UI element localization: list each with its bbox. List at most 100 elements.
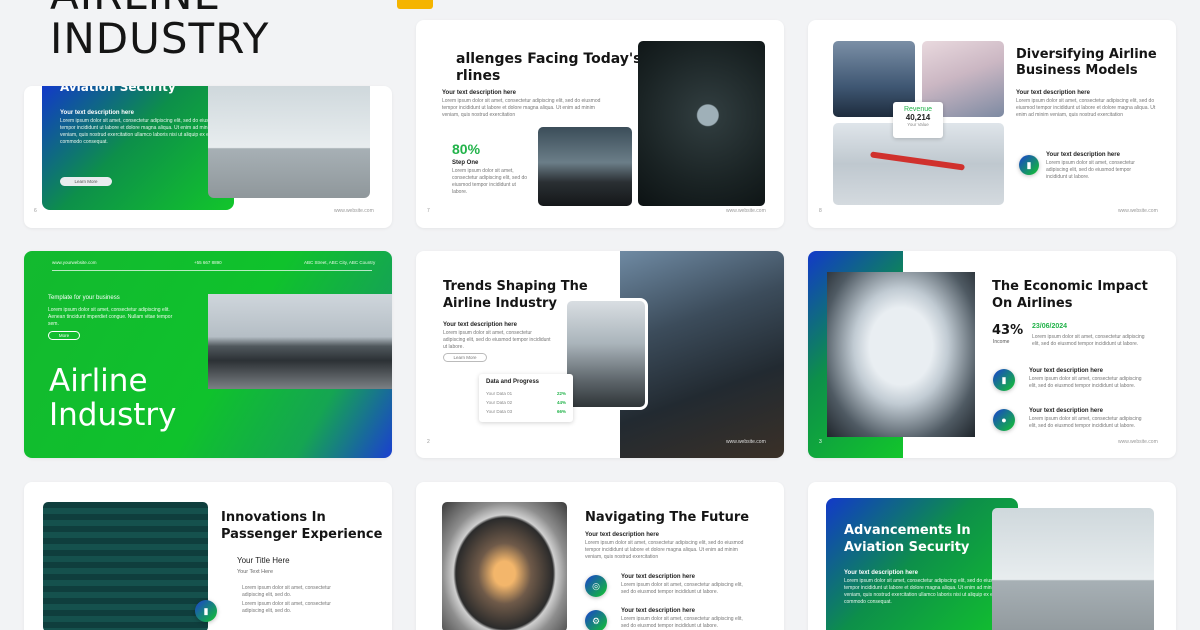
slide7-website: www.website.com	[726, 208, 766, 214]
slide8-desc-text-2: Lorem ipsum dolor sit amet, consectetur …	[1046, 160, 1135, 180]
cover-more-button[interactable]: More	[48, 331, 80, 340]
slide8-title-line1: Diversifying Airline	[1016, 47, 1157, 62]
slide7-title-line2: rlines	[456, 68, 501, 84]
slide2-title-line2: Airline Industry	[443, 296, 557, 311]
progress-row-label: Your Data 01	[486, 391, 513, 396]
slide8-page-number: 8	[819, 208, 822, 214]
slide3-globe-icon: ●	[993, 409, 1015, 431]
slide-challenges[interactable]: allenges Facing Today's rlines Your text…	[416, 20, 784, 228]
slide8-desc-text: Lorem ipsum dolor sit amet, consectetur …	[1016, 98, 1156, 118]
slide-aviation-security-top[interactable]: Aviation Security Your text description …	[24, 86, 392, 228]
slide10-desc-heading: Your text description here	[585, 532, 659, 538]
cover-title-line1: Airline	[49, 363, 148, 399]
slide11-gradient-panel	[826, 498, 1018, 630]
cover-phone: +55 667 8890	[194, 260, 222, 265]
cover-text: Lorem ipsum dolor sit amet, consectetur …	[48, 307, 173, 327]
slide-innovations[interactable]: ▮ Innovations In Passenger Experience Yo…	[24, 482, 392, 630]
slide9-bullet-1: Lorem ipsum dolor sit amet, consectetur …	[242, 585, 331, 598]
slide3-desc-text-1: Lorem ipsum dolor sit amet, consectetur …	[1029, 376, 1142, 389]
slide2-title-line1: Trends Shaping The	[443, 279, 588, 294]
slide6-page-number: 6	[34, 208, 37, 214]
slide2-desc-text: Lorem ipsum dolor sit amet, consectetur …	[443, 330, 551, 350]
slide3-chart-icon: ▮	[993, 369, 1015, 391]
slide9-your-text: Your Text Here	[237, 569, 274, 575]
slide9-photo-departure-board	[43, 502, 208, 630]
slide11-desc-text: Lorem ipsum dolor sit amet, consectetur …	[844, 578, 1003, 605]
slide7-title-line1: allenges Facing Today's	[456, 51, 642, 67]
slide10-target-icon: ◎	[585, 575, 607, 597]
slide3-date-text: Lorem ipsum dolor sit amet, consectetur …	[1032, 334, 1145, 347]
slide6-desc-text: Lorem ipsum dolor sit amet, consectetur …	[60, 118, 219, 145]
slide2-photo-aisle	[564, 298, 648, 410]
slide3-title-line1: The Economic Impact	[992, 279, 1148, 294]
slide6-gradient-panel	[42, 86, 234, 210]
progress-row-value: 44%	[556, 400, 566, 405]
slide9-title-line1: Innovations In	[221, 510, 326, 525]
slide-cover[interactable]: www.yourwebsite.com +55 667 8890 ABC Str…	[24, 251, 392, 458]
slide2-progress-card: Data and Progress Your Data 01 22% Your …	[479, 374, 573, 422]
slide3-desc-heading-2: Your text description here	[1029, 408, 1103, 414]
slide6-desc-heading: Your text description here	[60, 110, 134, 116]
slide7-stat-text: Lorem ipsum dolor sit amet, consectetur …	[452, 168, 528, 195]
progress-row-label: Your Data 03	[486, 409, 513, 414]
slide8-desc-heading-2: Your text description here	[1046, 152, 1120, 158]
slide6-website: www.website.com	[334, 208, 374, 214]
slide3-photo-plane-front	[827, 272, 975, 437]
slide2-progress-row-3: Your Data 03 66%	[486, 409, 566, 414]
slide-diversifying[interactable]: Revenue 40,214 Your Value Diversifying A…	[808, 20, 1176, 228]
slide2-progress-row-2: Your Data 02 44%	[486, 400, 566, 405]
slide9-your-title: Your Title Here	[237, 556, 290, 565]
slide3-stat-label: Income	[993, 339, 1010, 345]
slide2-desc-heading: Your text description here	[443, 322, 517, 328]
slide7-photo-cabin-window	[638, 41, 765, 206]
slide11-title-line2: Aviation Security	[844, 540, 970, 555]
slide3-desc-heading-1: Your text description here	[1029, 368, 1103, 374]
cover-template: Template for your business	[48, 295, 120, 301]
slide8-desc-heading: Your text description here	[1016, 90, 1090, 96]
slide-navigating[interactable]: Navigating The Future Your text descript…	[416, 482, 784, 630]
slide-economic-impact[interactable]: The Economic Impact On Airlines 43% Inco…	[808, 251, 1176, 458]
slide9-chart-icon: ▮	[195, 600, 217, 622]
slide-aviation-security-bottom[interactable]: Advancements In Aviation Security Your t…	[808, 482, 1176, 630]
slide10-desc-text-2: Lorem ipsum dolor sit amet, consectetur …	[621, 582, 743, 595]
cover-photo-terminal	[208, 294, 392, 389]
header-title: INDUSTRY	[50, 14, 270, 63]
slide8-revenue-sub: Your Value	[907, 122, 929, 127]
progress-row-label: Your Data 02	[486, 400, 513, 405]
progress-row-value: 22%	[556, 391, 566, 396]
slide10-desc-heading-3: Your text description here	[621, 608, 695, 614]
slide8-chart-icon: ▮	[1019, 155, 1039, 175]
header-accent	[397, 0, 433, 9]
cover-address: ABC Street, ABC City, ABC Country	[304, 260, 376, 265]
slide7-photo-plane-night	[538, 127, 632, 206]
slide3-title-line2: On Airlines	[992, 296, 1073, 311]
slide2-progress-row-1: Your Data 01 22%	[486, 391, 566, 396]
slide2-learn-more-button[interactable]: Learn More	[443, 353, 487, 362]
slide7-desc-text: Lorem ipsum dolor sit amet, consectetur …	[442, 98, 601, 118]
slide3-stat: 43%	[992, 323, 1024, 338]
slide8-revenue-label: Revenue	[903, 106, 933, 113]
cover-title-line2: Industry	[49, 397, 177, 433]
slide8-title-line2: Business Models	[1016, 63, 1138, 78]
slide11-photo-airport	[992, 508, 1154, 630]
slide3-date: 23/06/2024	[1032, 323, 1068, 330]
progress-row-value: 66%	[556, 409, 566, 414]
slide10-desc-text: Lorem ipsum dolor sit amet, consectetur …	[585, 540, 744, 560]
slide6-learn-more-button[interactable]: Learn More	[60, 177, 112, 186]
slide3-website: www.website.com	[1118, 439, 1158, 445]
slide7-page-number: 7	[427, 208, 430, 214]
slide11-desc-heading: Your text description here	[844, 570, 918, 576]
slide3-page-number: 3	[819, 439, 822, 445]
slide10-desc-text-3: Lorem ipsum dolor sit amet, consectetur …	[621, 616, 743, 629]
slide7-desc-heading: Your text description here	[442, 90, 516, 96]
slide10-desc-heading-2: Your text description here	[621, 574, 695, 580]
slide6-title: Aviation Security	[60, 86, 176, 94]
slide7-stat: 80%	[452, 141, 481, 157]
slide2-page-number: 2	[427, 439, 430, 445]
slide8-revenue-card: Revenue 40,214 Your Value	[893, 102, 943, 138]
slide2-progress-title: Data and Progress	[486, 379, 540, 385]
slide7-stat-label: Step One	[452, 160, 479, 166]
slide-trends[interactable]: Trends Shaping The Airline Industry Your…	[416, 251, 784, 458]
slide9-bullet-2: Lorem ipsum dolor sit amet, consectetur …	[242, 601, 331, 614]
slide8-revenue-value: 40,214	[905, 113, 931, 122]
